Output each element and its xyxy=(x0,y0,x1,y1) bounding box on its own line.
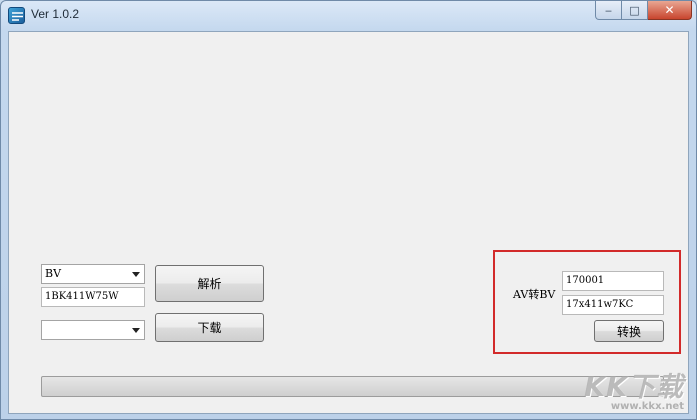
converter-label: AV转BV xyxy=(513,288,556,301)
minimize-button[interactable]: ‒ xyxy=(595,1,622,20)
video-id-input[interactable]: 1BK411W75W xyxy=(41,287,145,307)
download-button[interactable]: 下载 xyxy=(155,313,264,342)
watermark-text: KK下载 xyxy=(584,372,684,403)
caption-buttons: ‒ □ ✕ xyxy=(595,1,692,21)
app-window: Ver 1.0.2 ‒ □ ✕ BV 1BK411W75W 解析 下载 AV转B… xyxy=(0,0,697,420)
title-bar[interactable]: Ver 1.0.2 ‒ □ ✕ xyxy=(1,1,696,31)
convert-button-label: 转换 xyxy=(616,324,641,339)
bv-number-value: 17x411w7KC xyxy=(566,299,634,310)
download-button-label: 下载 xyxy=(197,321,222,335)
quality-select[interactable] xyxy=(41,320,145,340)
video-id-value: 1BK411W75W xyxy=(45,291,119,302)
chevron-down-icon xyxy=(132,272,140,277)
parse-button-label: 解析 xyxy=(197,277,222,291)
window-title: Ver 1.0.2 xyxy=(31,7,80,21)
av-number-input[interactable]: 170001 xyxy=(562,271,664,291)
type-select-value: BV xyxy=(45,267,62,280)
bv-number-input[interactable]: 17x411w7KC xyxy=(562,295,664,315)
client-area: BV 1BK411W75W 解析 下载 AV转BV 170001 17x411w… xyxy=(8,31,689,414)
convert-button[interactable]: 转换 xyxy=(594,320,664,342)
type-select[interactable]: BV xyxy=(41,264,145,284)
chevron-down-icon xyxy=(132,328,140,333)
download-progress-bar xyxy=(41,376,664,397)
close-button[interactable]: ✕ xyxy=(648,1,692,20)
app-icon xyxy=(8,7,25,24)
minimize-icon: ‒ xyxy=(605,3,612,17)
maximize-button[interactable]: □ xyxy=(622,1,648,20)
close-icon: ✕ xyxy=(664,3,675,17)
maximize-icon: □ xyxy=(629,3,640,17)
watermark-logo: KK下载 www.kkx.net xyxy=(584,365,684,412)
parse-button[interactable]: 解析 xyxy=(155,265,264,302)
av-number-value: 170001 xyxy=(566,275,605,286)
